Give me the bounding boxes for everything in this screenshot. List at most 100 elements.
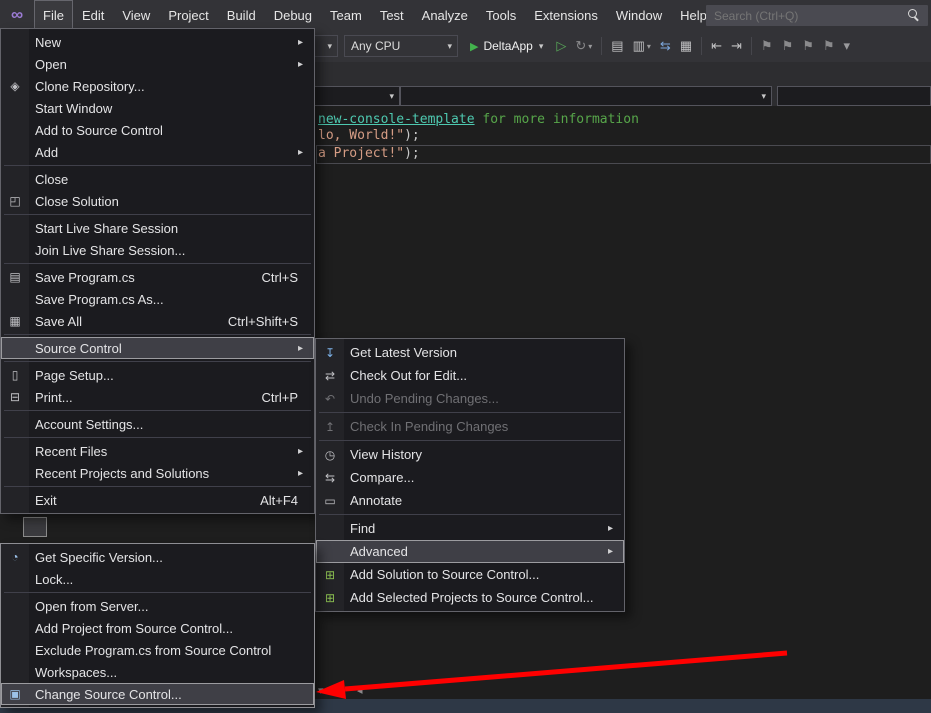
next-bookmark-icon[interactable]: ⚑ [802, 38, 814, 54]
start-without-debugging-icon[interactable]: ▷ [556, 38, 566, 54]
menubar-item-analyze[interactable]: Analyze [413, 0, 477, 30]
toolbar-sync-icon[interactable]: ⇆ [660, 38, 671, 54]
menu-item-workspaces[interactable]: Workspaces... [1, 661, 314, 683]
menu-item-get-specific-version[interactable]: ◔Get Specific Version... [1, 546, 314, 568]
submenu-arrow-icon: ▸ [298, 59, 314, 70]
start-debugging-button[interactable]: ▶ DeltaApp ▾ [467, 39, 547, 53]
toolbar-overflow-icon[interactable]: ▾ [844, 38, 851, 54]
menu-item-view-history[interactable]: ◷View History [316, 443, 624, 466]
get-specific-version-icon: ◔ [1, 550, 29, 564]
menu-item-annotate[interactable]: ▭Annotate [316, 489, 624, 512]
menu-item-lock[interactable]: Lock... [1, 568, 314, 590]
toolbar-document-icon[interactable]: ▤ [611, 38, 623, 54]
menubar-item-project[interactable]: Project [159, 0, 217, 30]
menu-item-check-out-for-edit[interactable]: ⇄Check Out for Edit... [316, 364, 624, 387]
menubar-item-extensions[interactable]: Extensions [525, 0, 607, 30]
menu-item-find[interactable]: Find▸ [316, 517, 624, 540]
menu-item-compare[interactable]: ⇆Compare... [316, 466, 624, 489]
clear-bookmarks-icon[interactable]: ⚑ [823, 38, 835, 54]
chevron-down-icon: ▾ [442, 41, 457, 52]
menu-item-start-window[interactable]: Start Window [1, 97, 314, 119]
menu-item-shortcut: Ctrl+Shift+S [204, 314, 298, 329]
scroll-left-arrow-icon[interactable]: ◂ [357, 684, 363, 697]
indent-increase-icon[interactable]: ⇥ [731, 38, 742, 54]
splitter-dropdown-icon[interactable]: ▾ [318, 684, 324, 697]
code-token: ); [404, 146, 420, 161]
menu-item-source-control[interactable]: Source Control▸ [1, 337, 314, 359]
menu-item-close-solution[interactable]: ◰Close Solution [1, 190, 314, 212]
chevron-down-icon: ▾ [756, 91, 771, 102]
code-link[interactable]: new-console-template [318, 112, 475, 127]
submenu-arrow-icon: ▸ [608, 546, 624, 557]
menu-item-label: Add to Source Control [29, 123, 298, 138]
menu-item-clone-repository[interactable]: ◈Clone Repository... [1, 75, 314, 97]
menu-item-get-latest-version[interactable]: ↧Get Latest Version [316, 341, 624, 364]
menu-item-label: Annotate [344, 493, 608, 508]
menu-item-save-all[interactable]: ▦Save AllCtrl+Shift+S [1, 310, 314, 332]
search-input[interactable] [706, 9, 908, 23]
menu-item-account-settings[interactable]: Account Settings... [1, 413, 314, 435]
visual-studio-logo-icon: ∞ [0, 5, 34, 25]
previous-bookmark-icon[interactable]: ⚑ [782, 38, 794, 54]
search-box[interactable] [706, 5, 928, 26]
toolbar-document-dropdown-icon[interactable]: ▥▾ [633, 38, 651, 54]
menu-item-add-selected-projects-to-source-control[interactable]: ⊞Add Selected Projects to Source Control… [316, 586, 624, 609]
menu-item-open[interactable]: Open▸ [1, 53, 314, 75]
menu-item-print[interactable]: ⊟Print...Ctrl+P [1, 386, 314, 408]
hot-reload-icon[interactable]: ↻▾ [575, 38, 592, 54]
menu-item-label: Exit [29, 493, 236, 508]
toggle-bookmark-icon[interactable]: ⚑ [761, 38, 773, 54]
menubar-item-file[interactable]: File [34, 0, 73, 30]
menubar-item-view[interactable]: View [113, 0, 159, 30]
submenu-arrow-icon: ▸ [298, 446, 314, 457]
menubar-item-debug[interactable]: Debug [265, 0, 321, 30]
platform-value: Any CPU [345, 39, 442, 53]
menu-item-label: Page Setup... [29, 368, 298, 383]
menu-item-recent-files[interactable]: Recent Files▸ [1, 440, 314, 462]
menu-item-exclude-program-cs-from-source-control[interactable]: Exclude Program.cs from Source Control [1, 639, 314, 661]
menu-item-page-setup[interactable]: ▯Page Setup... [1, 364, 314, 386]
solution-platform-selector[interactable]: Any CPU ▾ [344, 35, 458, 57]
code-token: for more information [475, 112, 639, 127]
menu-item-label: Find [344, 521, 608, 536]
menu-separator [4, 592, 311, 593]
menu-item-exit[interactable]: ExitAlt+F4 [1, 489, 314, 511]
menu-item-change-source-control[interactable]: ▣Change Source Control... [1, 683, 314, 705]
chevron-down-icon: ▾ [538, 41, 545, 52]
menu-item-recent-projects-and-solutions[interactable]: Recent Projects and Solutions▸ [1, 462, 314, 484]
horizontal-scrollbar[interactable]: ▾ ◂ [315, 683, 931, 699]
menubar-item-edit[interactable]: Edit [73, 0, 113, 30]
menu-item-shortcut: Ctrl+S [238, 270, 298, 285]
menu-item-start-live-share-session[interactable]: Start Live Share Session [1, 217, 314, 239]
menu-item-shortcut: Alt+F4 [236, 493, 298, 508]
menu-item-add-project-from-source-control[interactable]: Add Project from Source Control... [1, 617, 314, 639]
menu-item-save-program-cs[interactable]: ▤Save Program.csCtrl+S [1, 266, 314, 288]
file-menu: New▸Open▸◈Clone Repository...Start Windo… [0, 28, 315, 514]
menubar-item-test[interactable]: Test [371, 0, 413, 30]
menu-item-open-from-server[interactable]: Open from Server... [1, 595, 314, 617]
menubar-item-team[interactable]: Team [321, 0, 371, 30]
menu-item-add-to-source-control[interactable]: Add to Source Control [1, 119, 314, 141]
menu-separator [4, 165, 311, 166]
menu-item-join-live-share-session[interactable]: Join Live Share Session... [1, 239, 314, 261]
search-icon[interactable] [908, 9, 921, 22]
menu-item-new[interactable]: New▸ [1, 31, 314, 53]
menubar-item-build[interactable]: Build [218, 0, 265, 30]
save-all-icon: ▦ [1, 314, 29, 328]
advanced-submenu: ◔Get Specific Version...Lock... Open from… [0, 543, 315, 708]
menu-item-save-program-cs-as[interactable]: Save Program.cs As... [1, 288, 314, 310]
member-dropdown[interactable] [777, 86, 931, 106]
menu-item-advanced[interactable]: Advanced▸ [316, 540, 624, 563]
source-control-submenu: ↧Get Latest Version⇄Check Out for Edit..… [315, 338, 625, 612]
toolbar-grid-icon[interactable]: ▦ [680, 38, 692, 54]
menubar-item-tools[interactable]: Tools [477, 0, 525, 30]
chevron-down-icon: ▾ [588, 42, 592, 51]
type-dropdown[interactable]: ▾ [400, 86, 772, 106]
menu-item-add[interactable]: Add▸ [1, 141, 314, 163]
indent-decrease-icon[interactable]: ⇤ [711, 38, 722, 54]
menu-separator [319, 514, 621, 515]
menu-item-add-solution-to-source-control[interactable]: ⊞Add Solution to Source Control... [316, 563, 624, 586]
compare-icon: ⇆ [316, 471, 344, 485]
menu-item-close[interactable]: Close [1, 168, 314, 190]
menubar-item-window[interactable]: Window [607, 0, 671, 30]
